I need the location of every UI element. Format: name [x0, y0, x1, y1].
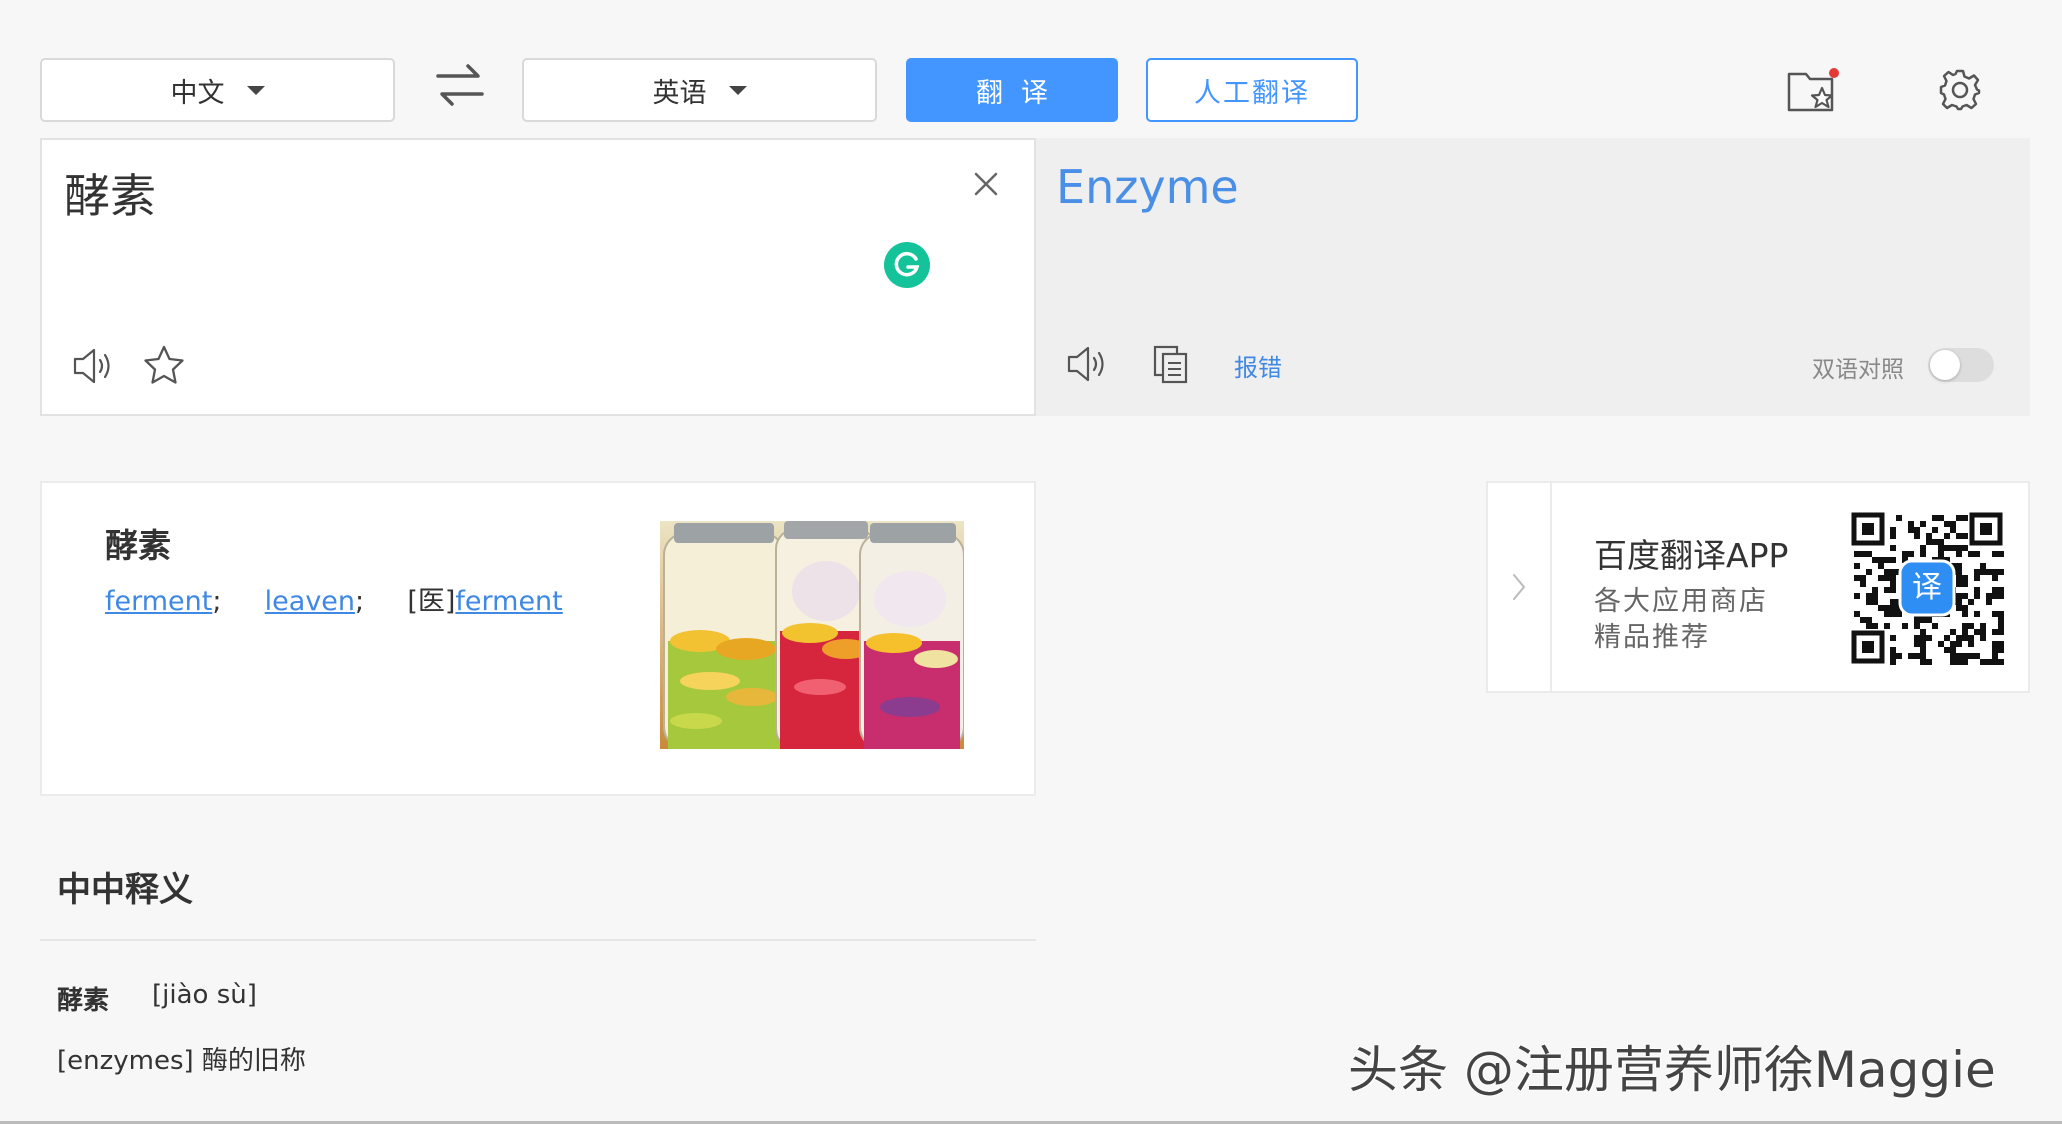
- copy-icon: [1153, 345, 1188, 384]
- swap-languages-button[interactable]: [434, 60, 486, 112]
- app-promo-toggle[interactable]: [1488, 483, 1552, 691]
- dictionary-card: 酵素 ferment; leaven; [医]ferment: [40, 481, 1036, 796]
- meaning-link[interactable]: ferment: [455, 586, 562, 617]
- report-error-link[interactable]: 报错: [1234, 348, 1282, 383]
- explanation-definition: [enzymes] 酶的旧称: [57, 1046, 306, 1076]
- chevron-down-icon: [728, 85, 747, 95]
- speaker-icon: [1067, 346, 1104, 382]
- notification-dot: [1829, 68, 1839, 78]
- chevron-down-icon: [246, 85, 265, 95]
- chevron-right-icon: [1513, 574, 1525, 600]
- speaker-icon: [73, 348, 110, 384]
- human-translate-button[interactable]: 人工翻译: [1146, 58, 1358, 122]
- source-language-label: 中文: [170, 77, 225, 109]
- dictionary-meanings: ferment; leaven; [医]ferment: [105, 579, 563, 618]
- target-speak-button[interactable]: [1066, 344, 1112, 384]
- source-text[interactable]: 酵素: [64, 160, 156, 226]
- app-promo-line2: 精品推荐: [1594, 622, 1710, 653]
- translation-text: Enzyme: [1056, 160, 1239, 214]
- meaning-separator: ;: [355, 586, 365, 617]
- app-promo-card: 百度翻译APP 各大应用商店 精品推荐 译: [1486, 481, 2030, 693]
- target-language-select[interactable]: 英语: [522, 58, 877, 122]
- grammarly-button[interactable]: [884, 242, 930, 288]
- favorites-button[interactable]: [1786, 66, 1842, 116]
- grammarly-icon: [894, 251, 920, 277]
- meaning-link[interactable]: ferment: [105, 586, 212, 617]
- toggle-knob: [1930, 350, 1960, 380]
- section-divider: [40, 939, 1036, 941]
- bilingual-toggle[interactable]: [1928, 348, 1994, 382]
- settings-icon: [1939, 69, 1981, 111]
- clear-button[interactable]: [972, 170, 1000, 198]
- favorite-button[interactable]: [142, 344, 186, 386]
- app-qr-code: 译: [1850, 511, 2004, 665]
- translate-button[interactable]: 翻译: [906, 58, 1118, 122]
- bilingual-label: 双语对照: [1812, 357, 1904, 383]
- dictionary-word: 酵素: [105, 526, 171, 565]
- clear-icon: [974, 172, 998, 196]
- settings-button[interactable]: [1938, 68, 1982, 112]
- meaning-separator: ;: [212, 586, 222, 617]
- favorites-icon: [1787, 68, 1839, 112]
- source-input-area[interactable]: 酵素: [40, 138, 1036, 416]
- swap-icon: [436, 64, 484, 106]
- meaning-link[interactable]: leaven: [265, 586, 355, 617]
- source-language-select[interactable]: 中文: [40, 58, 395, 122]
- copy-button[interactable]: [1152, 344, 1190, 384]
- translation-output-area: Enzyme 报错 双语对照: [1036, 138, 2030, 416]
- explanation-word: 酵素: [57, 986, 110, 1016]
- star-icon: [144, 345, 184, 384]
- watermark: 头条 @注册营养师徐Maggie: [1348, 1041, 1996, 1099]
- meaning-prefix: [医]: [407, 586, 456, 617]
- app-promo-title: 百度翻译APP: [1594, 536, 1789, 575]
- app-promo-line1: 各大应用商店: [1594, 586, 1768, 617]
- source-speak-button[interactable]: [72, 346, 118, 386]
- qr-badge-text: 译: [1912, 570, 1942, 605]
- enzyme-jars-image: [660, 521, 964, 749]
- target-language-label: 英语: [652, 77, 707, 109]
- explanation-pinyin: [jiào sù]: [152, 980, 257, 1010]
- section-title: 中中释义: [57, 870, 193, 910]
